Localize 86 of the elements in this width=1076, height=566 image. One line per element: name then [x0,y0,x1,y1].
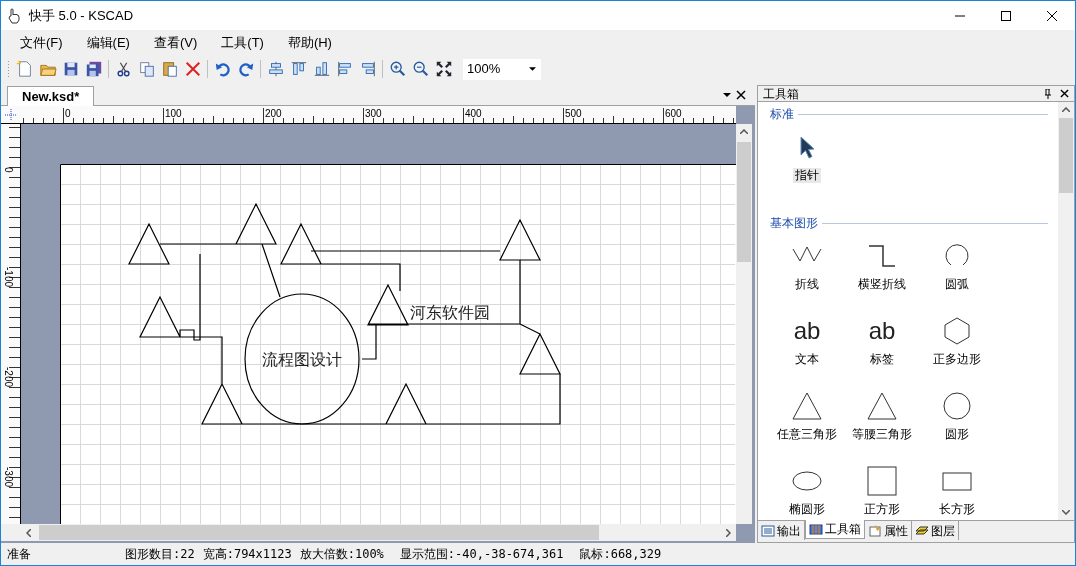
status-text: 显示范围:-40,-38-674,361 [399,546,564,563]
status-text: 鼠标:668,329 [579,546,662,563]
section-heading: 基本图形 [769,217,818,229]
text-tool-glyph: ab [868,319,896,343]
square-icon [867,466,898,496]
hand-icon [7,7,21,24]
toolbar-grip [7,60,10,78]
scroll-left-icon[interactable] [26,528,31,537]
tool-item[interactable]: 正多边形 [931,352,984,367]
align-bottom-icon [312,60,331,78]
menu-item[interactable]: 帮助(H) [276,33,343,53]
close-icon[interactable] [1060,89,1069,98]
scroll-right-icon[interactable] [726,528,731,537]
delete-icon [183,60,202,78]
hexagon-icon [942,316,973,346]
pointer-icon [799,135,815,159]
tool-item[interactable]: 文本 [793,352,822,367]
tool-item[interactable]: 横竖折线 [856,277,909,292]
align-left-icon [335,60,354,78]
panel-title: 工具箱 [762,87,799,100]
save-all-icon [84,60,103,78]
shape-label: 河东软件园 [410,304,490,321]
list-icon [760,523,775,538]
tool-item[interactable]: 指针 [793,168,822,183]
text-tool-glyph: ab [793,319,821,343]
undo-icon [213,60,232,78]
tool-item[interactable]: 长方形 [937,502,978,517]
section-heading: 标准 [769,108,794,120]
maximize-icon [1001,10,1011,21]
menu-item[interactable]: 查看(V) [142,33,209,53]
scrollbar-thumb[interactable] [1059,118,1073,193]
close-icon [1047,10,1057,21]
vertical-scrollbar[interactable] [1058,102,1074,520]
pin-icon[interactable] [1044,89,1052,99]
paste-icon [160,60,179,78]
tool-item[interactable]: 等腰三角形 [850,427,915,442]
scroll-up-icon[interactable] [740,129,748,134]
status-text: 放大倍数:100% [299,546,384,563]
tool-item[interactable]: 正方形 [862,502,903,517]
zoom-combo[interactable]: 100% [463,58,541,80]
dropdown-icon[interactable] [529,67,536,71]
fit-arrows-icon [434,60,453,78]
zoom-in-icon [388,60,407,78]
document-tab[interactable]: New.ksd* [7,86,95,106]
menu-item[interactable]: 编辑(E) [75,33,141,53]
dropdown-icon[interactable] [722,93,731,98]
tool-item[interactable]: 圆弧 [943,277,972,292]
tool-item[interactable]: 任意三角形 [775,427,840,442]
status-text: 准备 [7,546,32,563]
triangle-icon [792,391,823,421]
tool-item[interactable]: 椭圆形 [787,502,828,517]
new-file-icon [15,60,34,78]
menu-item[interactable]: 工具(T) [210,33,275,53]
status-text: 宽高:794x1123 [202,546,292,563]
status-text: 图形数目:22 [125,546,195,563]
ellipse-label: 流程图设计 [262,351,342,368]
tool-item[interactable]: 圆形 [943,427,972,442]
close-icon[interactable] [735,90,746,100]
zoom-out-icon [411,60,430,78]
horizontal-ruler: 0 100 200 300 400 500 600 [1,106,736,124]
panel-tab[interactable]: 图层 [911,521,959,540]
align-top-icon [289,60,308,78]
vertical-ruler: 0 -100 -200 -300 [1,124,21,524]
scrollbar-thumb[interactable] [737,142,751,262]
copy-icon [137,60,156,78]
panel-tab[interactable]: 工具箱 [804,520,865,539]
crosshair-icon [5,109,17,121]
toolbox-icon [808,522,823,536]
vertical-scrollbar[interactable] [736,124,752,524]
align-center-icon [266,60,285,78]
scroll-up-icon[interactable] [1062,107,1070,112]
window-title: 快手 5.0 - KSCAD [29,6,134,25]
menu-item[interactable]: 文件(F) [9,33,74,53]
tool-item[interactable]: 折线 [793,277,822,292]
scissors-icon [114,60,133,78]
circle-icon [942,391,973,421]
horizontal-scrollbar[interactable] [1,524,736,541]
tool-item[interactable]: 标签 [868,352,897,367]
panel-tab[interactable]: 属性 [864,521,912,540]
triangle-icon [867,391,898,421]
redo-icon [236,60,255,78]
scrollbar-thumb[interactable] [39,525,599,540]
layers-icon [914,523,929,538]
scroll-down-icon[interactable] [1062,510,1070,515]
panel-tab[interactable]: 输出 [757,521,805,540]
properties-icon [867,523,882,538]
